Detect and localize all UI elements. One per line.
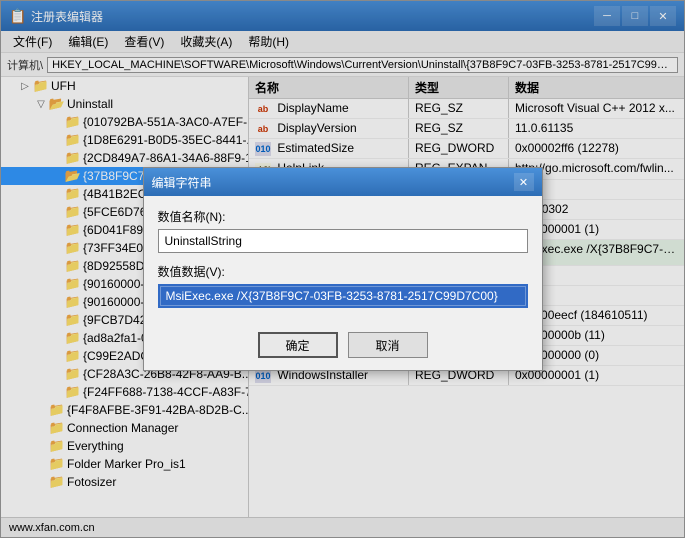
dialog-cancel-button[interactable]: 取消 — [348, 332, 428, 358]
dialog-title: 编辑字符串 — [152, 174, 514, 191]
dialog-buttons: 确定 取消 — [158, 332, 528, 358]
dialog-body: 数值名称(N): 数值数据(V): 确定 取消 — [144, 196, 542, 370]
field-data-label: 数值数据(V): — [158, 263, 528, 280]
dialog-ok-button[interactable]: 确定 — [258, 332, 338, 358]
dialog-overlay: 编辑字符串 ✕ 数值名称(N): 数值数据(V): 确定 取消 — [0, 0, 685, 538]
field-name-label: 数值名称(N): — [158, 208, 528, 225]
dialog-close-button[interactable]: ✕ — [514, 173, 534, 191]
field-name-input[interactable] — [158, 229, 528, 253]
field-data-input[interactable] — [158, 284, 528, 308]
dialog-title-bar: 编辑字符串 ✕ — [144, 168, 542, 196]
edit-string-dialog: 编辑字符串 ✕ 数值名称(N): 数值数据(V): 确定 取消 — [143, 167, 543, 371]
